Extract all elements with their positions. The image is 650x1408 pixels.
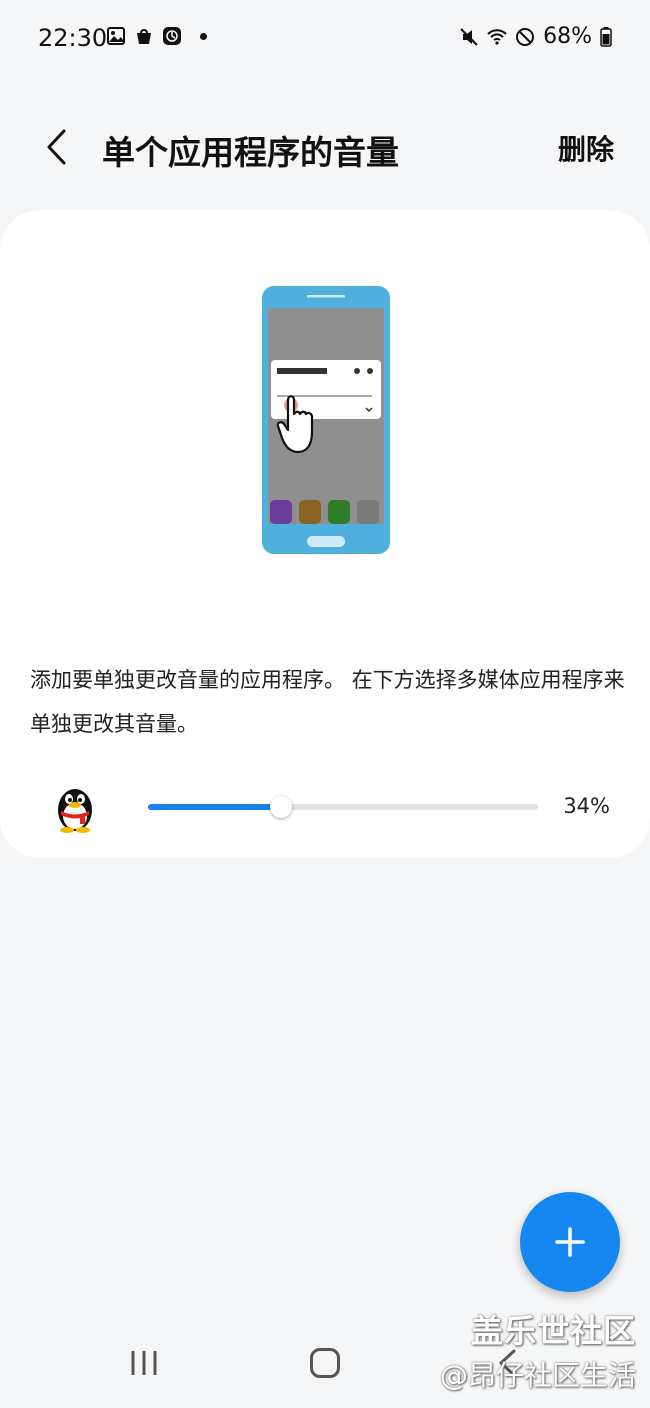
do-not-disturb-icon <box>516 27 535 46</box>
delete-button[interactable]: 删除 <box>558 128 614 168</box>
settings-card: 添加要单独更改音量的应用程序。 在下方选择多媒体应用程序来单独更改其音量。 34… <box>0 210 650 858</box>
watermark-handle: @昂仔社区生活 <box>439 1359 636 1392</box>
notification-icons <box>106 26 207 46</box>
recent-apps-icon[interactable] <box>128 1348 160 1378</box>
slider-fill <box>148 804 281 810</box>
page-title: 单个应用程序的音量 <box>102 133 399 172</box>
wifi-icon <box>487 28 507 45</box>
app-bar: 单个应用程序的音量 删除 <box>0 110 650 190</box>
system-icons: 68% <box>459 24 612 49</box>
app-volume-row: 34% <box>0 776 650 840</box>
qq-penguin-icon[interactable] <box>48 780 102 834</box>
status-bar: 22:30 68% <box>0 0 650 78</box>
plus-icon <box>555 1227 585 1257</box>
screen: 22:30 68% 单个应用程序的音量 删除 添加要单独更改音量的应用程序。 在… <box>0 0 650 1408</box>
battery-percent: 68% <box>543 24 592 49</box>
volume-slider[interactable] <box>148 796 538 818</box>
add-app-button[interactable] <box>520 1192 620 1292</box>
gallery-icon <box>107 27 125 45</box>
description-text: 添加要单独更改音量的应用程序。 在下方选择多媒体应用程序来单独更改其音量。 <box>30 668 625 736</box>
slider-thumb[interactable] <box>269 796 292 818</box>
more-notifications-dot <box>200 32 207 40</box>
chevron-left-icon <box>47 129 66 165</box>
volume-percent: 34% <box>563 794 610 818</box>
battery-icon <box>600 26 612 47</box>
status-time: 22:30 <box>38 24 108 52</box>
clock-app-icon <box>163 27 181 45</box>
home-icon[interactable] <box>310 1348 340 1378</box>
phone-illustration <box>262 286 390 554</box>
shopping-bag-icon <box>137 29 151 44</box>
watermark-title: 盖乐世社区 <box>470 1312 636 1350</box>
back-button[interactable] <box>34 122 78 172</box>
mute-icon <box>460 27 478 46</box>
